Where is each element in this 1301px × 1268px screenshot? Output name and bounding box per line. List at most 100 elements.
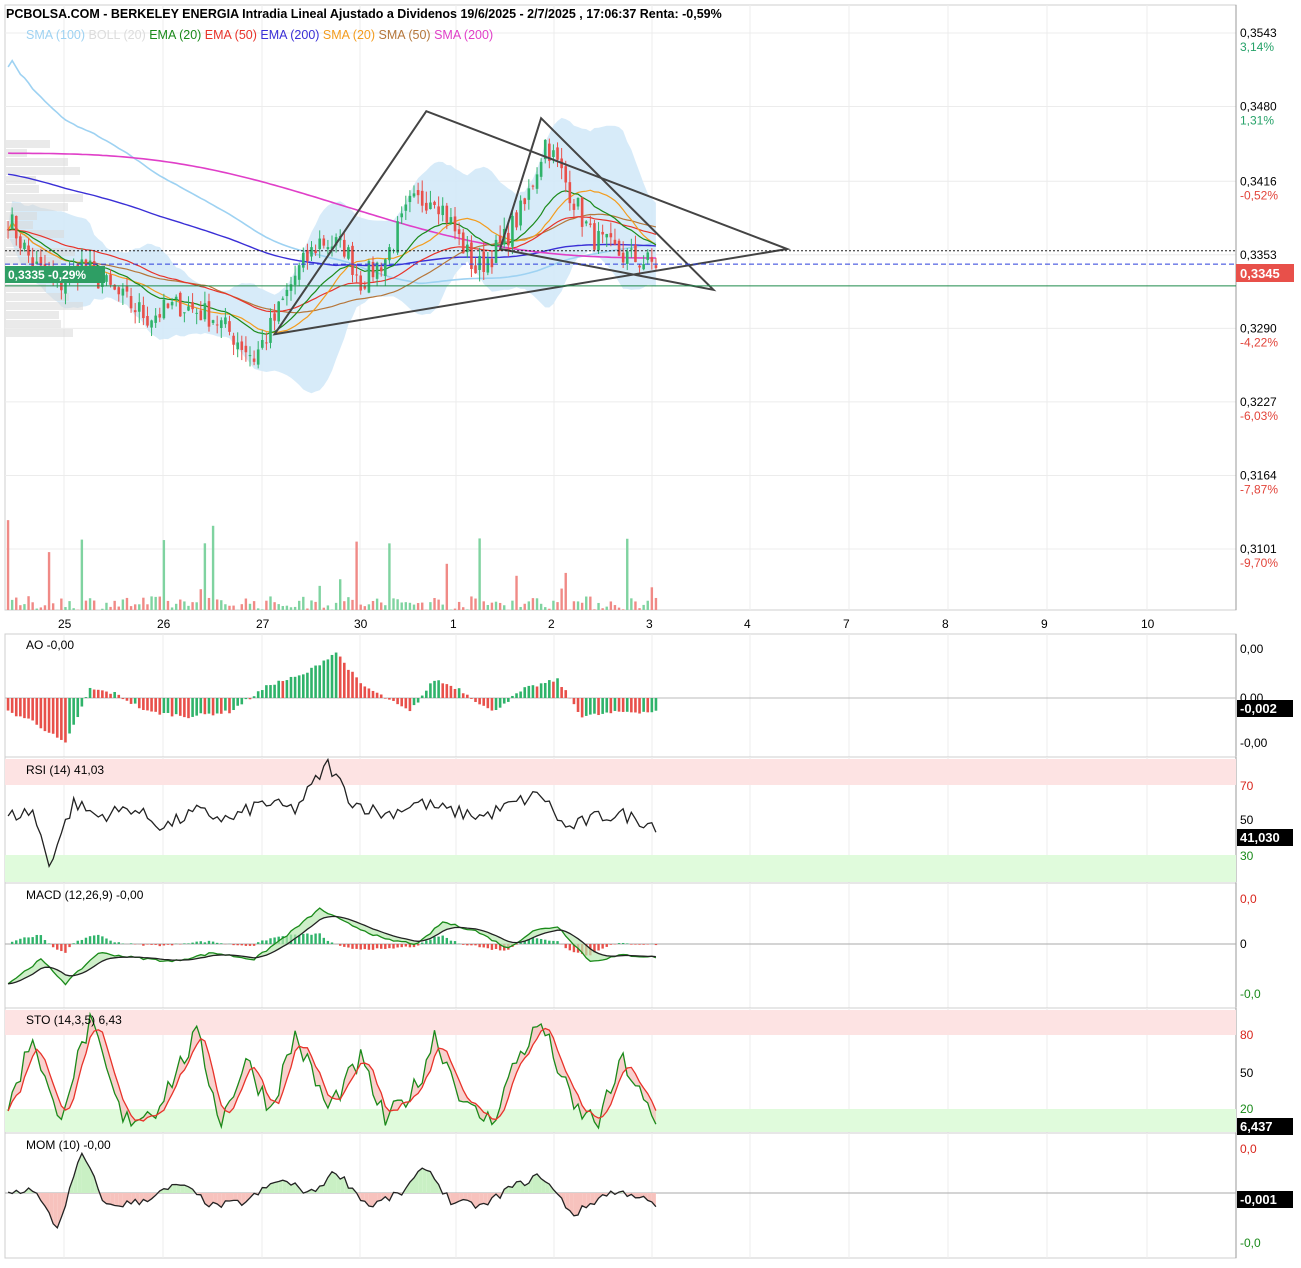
volume-bar — [195, 602, 197, 610]
macd-histogram-bar — [257, 942, 259, 944]
chart-canvas: 0,35433,14%0,34801,31%0,3416-0,52%0,3353… — [0, 0, 1301, 1263]
indicator-label-AO: AO -0,00 — [26, 638, 74, 652]
ao-bar — [605, 698, 608, 713]
candle-body — [216, 324, 219, 325]
candle-body — [540, 162, 543, 177]
macd-histogram-bar — [556, 941, 558, 944]
volume-bar — [277, 604, 279, 610]
volume-bar — [610, 601, 612, 610]
ao-bar — [347, 670, 350, 698]
volume-bar — [269, 596, 271, 610]
volume-bar — [232, 606, 234, 610]
ao-bar — [134, 698, 137, 704]
rsi-overbought-zone — [5, 759, 1236, 785]
ao-bar — [507, 698, 510, 702]
macd-histogram-bar — [306, 934, 308, 944]
candle-body — [273, 313, 276, 320]
volume-bar — [589, 597, 591, 610]
volume-bar — [179, 600, 181, 610]
macd-histogram-bar — [68, 944, 70, 947]
ao-bar — [339, 657, 342, 698]
macd-histogram-bar — [565, 944, 567, 948]
x-axis-label: 30 — [354, 617, 368, 631]
ao-tag-label: -0,002 — [1240, 701, 1277, 716]
candle-body — [409, 196, 412, 202]
ao-bar — [261, 690, 264, 698]
ao-bar — [277, 681, 280, 698]
price-tick-label: 0,3416 — [1240, 174, 1277, 188]
volume-profile-bar — [6, 203, 68, 211]
candle-body — [413, 193, 416, 196]
ao-bar — [368, 688, 371, 698]
x-axis-label: 4 — [744, 617, 751, 631]
macd-histogram-bar — [364, 944, 366, 949]
volume-bar — [31, 602, 33, 610]
ao-bar — [318, 665, 321, 698]
candle-body — [245, 346, 248, 352]
ao-bar — [281, 681, 284, 698]
mom-axis-label: 0,0 — [1240, 1142, 1257, 1156]
volume-bar — [446, 564, 448, 610]
candle-body — [351, 246, 354, 275]
mom-fill — [480, 1193, 484, 1205]
ao-bar — [117, 695, 120, 698]
macd-histogram-bar — [474, 944, 476, 945]
mom-fill — [369, 1193, 373, 1207]
volume-bar — [634, 601, 636, 610]
rsi-level-70: 70 — [1240, 779, 1254, 793]
volume-bar — [109, 607, 111, 610]
ao-bar — [384, 698, 387, 699]
macd-axis-label: -0,0 — [1240, 987, 1261, 1001]
macd-histogram-bar — [466, 944, 468, 945]
x-axis-label: 10 — [1141, 617, 1155, 631]
indicator-label-RSI: RSI (14) 41,03 — [26, 763, 104, 777]
candle-body — [507, 233, 510, 245]
volume-profile-bar — [6, 284, 46, 292]
candle-body — [564, 166, 567, 182]
macd-histogram-bar — [638, 944, 640, 945]
ao-bar — [577, 698, 580, 712]
volume-bar — [286, 606, 288, 610]
x-axis-label: 7 — [843, 617, 850, 631]
candle-body — [322, 238, 325, 245]
ao-bar — [93, 690, 96, 698]
macd-histogram-bar — [36, 935, 38, 944]
ao-bar — [306, 673, 309, 698]
macd-histogram-bar — [384, 944, 386, 949]
volume-bar — [224, 604, 226, 610]
macd-histogram-bar — [544, 940, 546, 944]
ao-bar — [68, 698, 71, 733]
sto-tag-label: 6,437 — [1240, 1119, 1273, 1134]
candle-body — [610, 233, 613, 237]
volume-bar — [360, 605, 362, 610]
volume-bar — [560, 589, 562, 610]
price-tick-label: 0,3290 — [1240, 321, 1277, 335]
candle-body — [655, 265, 658, 268]
mom-fill — [225, 1193, 229, 1201]
macd-histogram-bar — [327, 941, 329, 944]
candle-body — [286, 290, 289, 296]
mom-fill — [172, 1185, 176, 1194]
legend: SMA (100) BOLL (20) EMA (20) EMA (50) EM… — [26, 28, 493, 42]
volume-bar — [552, 601, 554, 610]
ao-bar — [72, 698, 75, 725]
volume-profile-bar — [6, 329, 73, 337]
ao-bar — [253, 696, 256, 698]
ao-bar — [97, 690, 100, 698]
ao-bar — [376, 693, 379, 698]
volume-bar — [126, 598, 128, 610]
ao-bar — [409, 698, 412, 711]
mom-fill — [53, 1193, 57, 1228]
volume-bar — [220, 600, 222, 610]
macd-histogram-bar — [540, 939, 542, 944]
macd-histogram-bar — [610, 944, 612, 945]
ao-bar — [130, 698, 133, 704]
legend-item-7: SMA (200) — [431, 28, 494, 42]
macd-histogram-bar — [150, 944, 152, 945]
candle-body — [220, 320, 223, 328]
mom-fill — [418, 1168, 422, 1193]
legend-item-0: SMA (100) — [26, 28, 85, 42]
ao-bar — [290, 677, 293, 698]
ao-bar — [236, 698, 239, 706]
macd-histogram-bar — [655, 944, 657, 945]
